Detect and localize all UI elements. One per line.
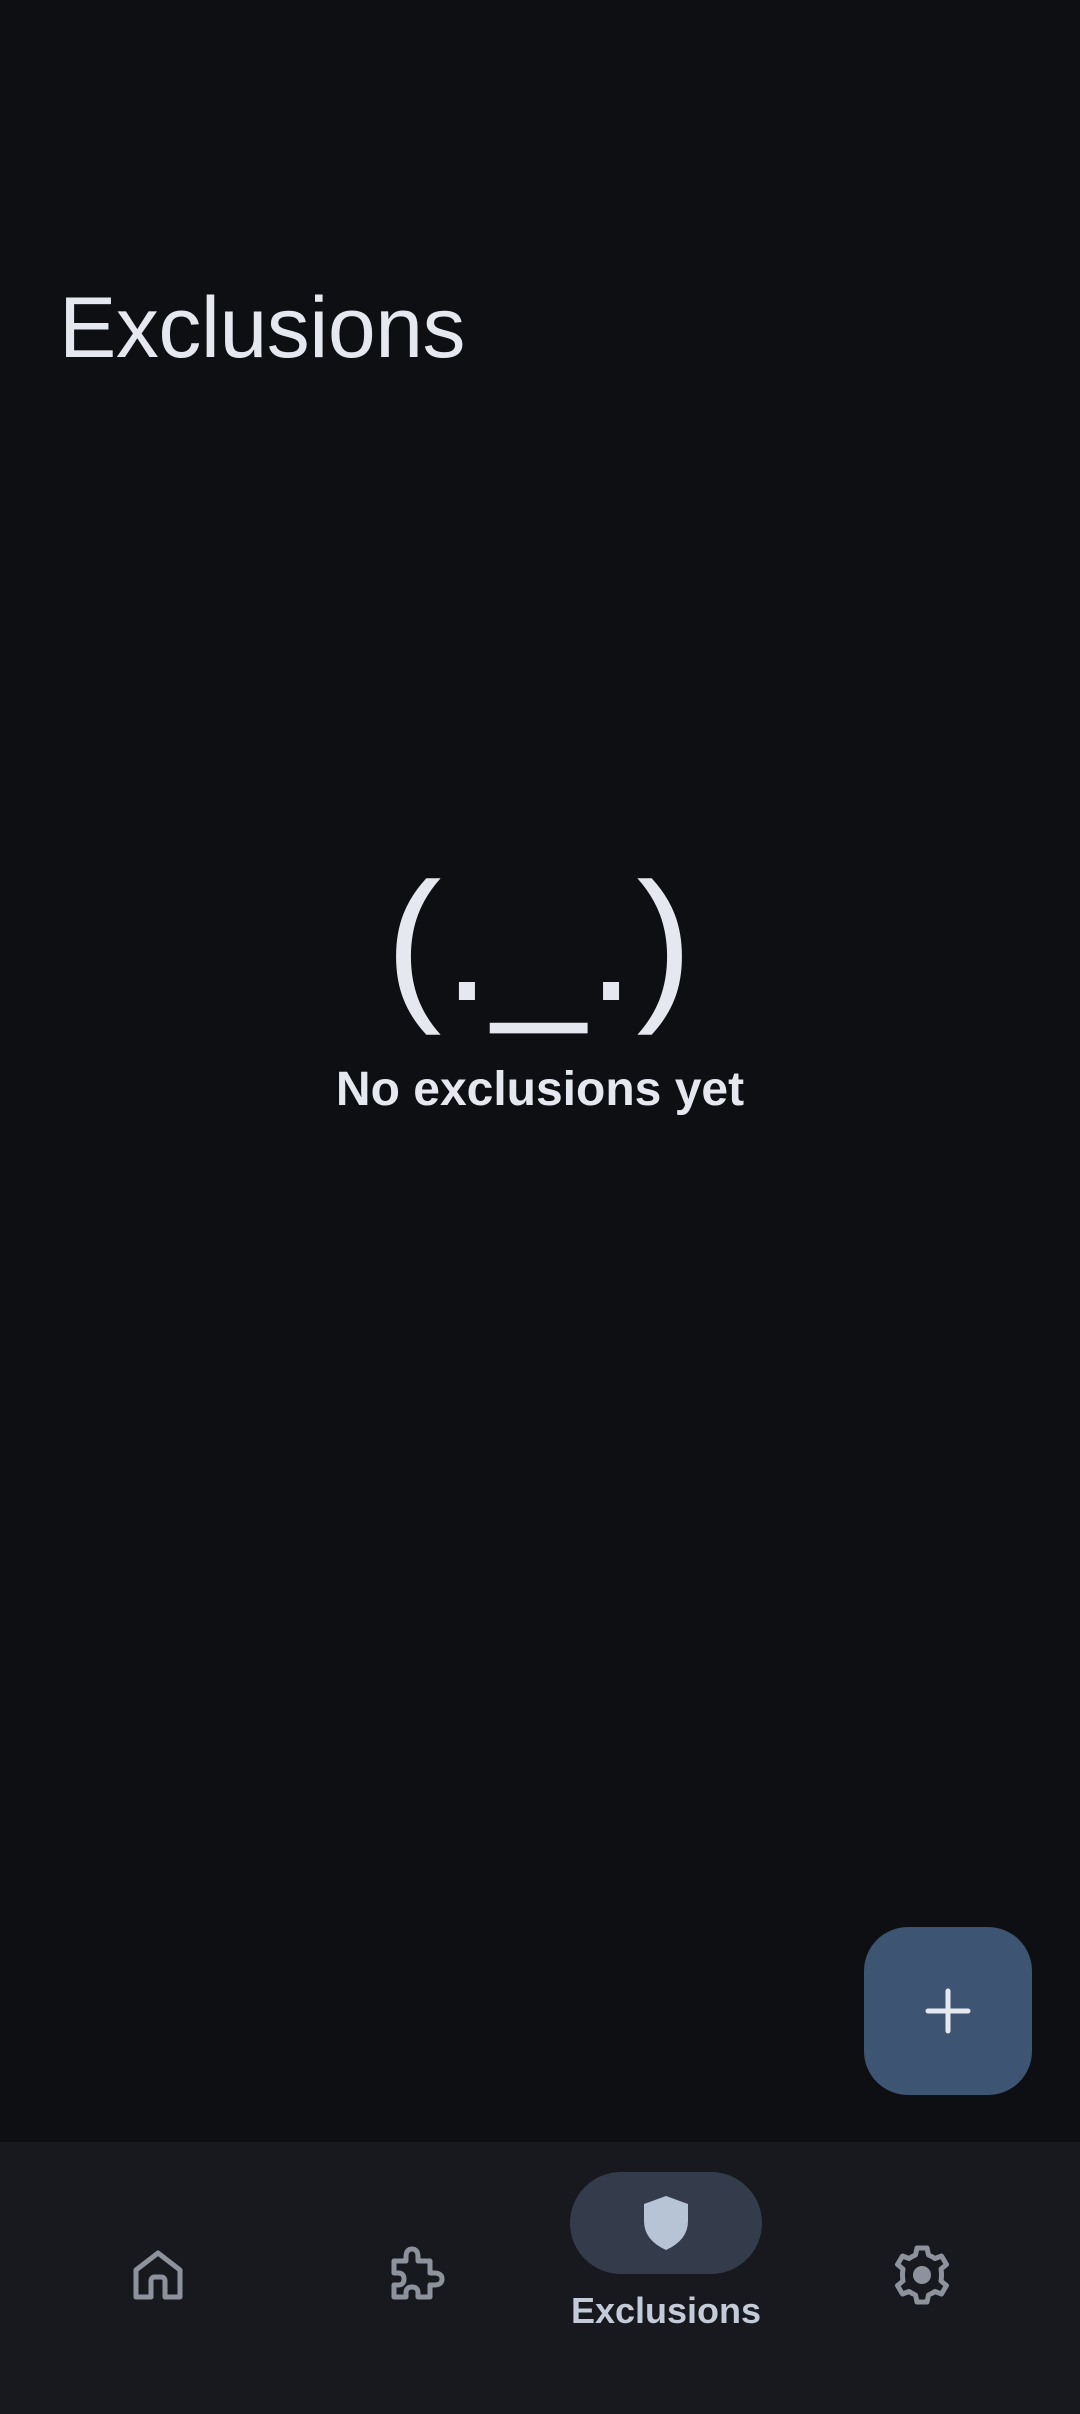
home-icon	[133, 2250, 183, 2300]
nav-active-pill	[570, 2172, 762, 2274]
add-exclusion-button[interactable]	[864, 1927, 1032, 2095]
nav-icon-container	[318, 2224, 510, 2326]
nav-item-settings[interactable]	[826, 2142, 1018, 2414]
plus-icon	[925, 1988, 971, 2034]
exclusions-screen: Exclusions (._.) No exclusions yet Exclu…	[0, 0, 1080, 2414]
nav-icon-container	[62, 2224, 254, 2326]
shield-icon	[644, 2196, 688, 2250]
empty-state-face: (._.)	[385, 848, 695, 1036]
bottom-navigation: Exclusions	[0, 2142, 1080, 2414]
nav-icon-container	[826, 2224, 1018, 2326]
nav-item-home[interactable]	[62, 2142, 254, 2414]
nav-item-exclusions[interactable]: Exclusions	[570, 2142, 762, 2414]
empty-state: (._.) No exclusions yet	[0, 858, 1080, 1117]
empty-state-message: No exclusions yet	[335, 1063, 745, 1116]
page-title: Exclusions	[59, 280, 466, 376]
nav-item-addons[interactable]	[318, 2142, 510, 2414]
nav-label-exclusions: Exclusions	[570, 2290, 762, 2331]
puzzle-icon	[391, 2246, 445, 2300]
gear-icon	[895, 2245, 949, 2305]
